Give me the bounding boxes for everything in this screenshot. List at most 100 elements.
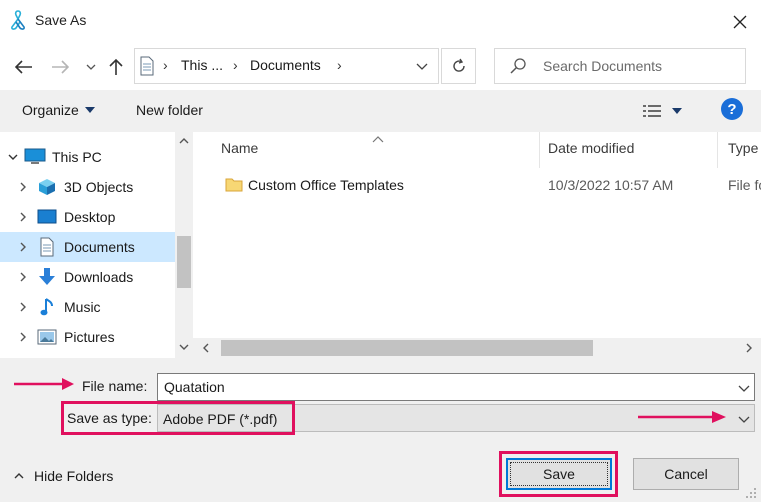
tree-item-desktop[interactable]: Desktop [0, 202, 175, 232]
chevron-right-icon[interactable] [16, 242, 30, 252]
chevron-left-icon[interactable] [203, 343, 209, 353]
download-arrow-icon [36, 267, 58, 287]
caret-down-icon [84, 107, 95, 113]
help-icon: ? [727, 100, 737, 118]
chevron-down-icon [738, 416, 750, 423]
tree-item-label: Documents [64, 239, 135, 255]
save-as-type-dropdown-button[interactable] [734, 407, 754, 431]
chevron-right-icon[interactable] [16, 182, 30, 192]
annotation-arrow-icon [14, 378, 74, 390]
chevron-up-icon[interactable] [179, 138, 189, 144]
organize-button[interactable]: Organize [22, 102, 95, 118]
organize-label: Organize [22, 102, 79, 118]
desktop-icon [36, 207, 58, 227]
cancel-button[interactable]: Cancel [633, 458, 739, 490]
sort-ascending-icon [372, 132, 384, 146]
folder-icon [225, 178, 243, 192]
file-type-cell: File fo [728, 177, 761, 193]
pdf-app-icon [8, 9, 28, 31]
tree-item-label: Desktop [64, 209, 116, 225]
annotation-highlight-box [61, 401, 295, 435]
tree-item-documents[interactable]: Documents [0, 232, 175, 262]
details-view-icon [643, 105, 661, 117]
arrow-up-icon [109, 58, 123, 75]
nav-pane-scrollbar[interactable] [175, 132, 193, 358]
chevron-right-icon[interactable] [16, 212, 30, 222]
window-title: Save As [35, 12, 87, 28]
tree-item-pictures[interactable]: Pictures [0, 322, 175, 352]
hide-folders-button[interactable]: Hide Folders [14, 468, 113, 484]
horizontal-scroll-thumb[interactable] [221, 340, 593, 356]
save-options-panel: File name: Save as type: Adobe PDF (*.pd… [0, 358, 761, 502]
tree-item-label: This PC [52, 149, 102, 165]
file-name-combobox[interactable] [157, 373, 755, 401]
tree-item-label: 3D Objects [64, 179, 134, 195]
refresh-button[interactable] [441, 48, 476, 84]
chevron-right-icon[interactable] [16, 272, 30, 282]
chevron-right-icon[interactable] [16, 332, 30, 342]
file-name-label: File name: [82, 378, 148, 394]
column-header-name[interactable]: Name [221, 140, 258, 156]
chevron-down-icon [416, 63, 428, 70]
tree-item-downloads[interactable]: Downloads [0, 262, 175, 292]
back-button[interactable] [10, 54, 38, 80]
tree-item-this-pc[interactable]: This PC [0, 142, 175, 172]
breadcrumb-separator[interactable]: › [337, 57, 342, 73]
document-icon [36, 237, 58, 257]
close-button[interactable] [726, 8, 754, 36]
breadcrumb-separator: › [163, 57, 168, 73]
tree-item-label: Downloads [64, 269, 134, 285]
music-note-icon [36, 297, 58, 317]
chevron-up-icon [14, 473, 24, 479]
file-name-cell: Custom Office Templates [248, 177, 404, 193]
close-icon [733, 15, 747, 29]
forward-button[interactable] [46, 54, 74, 80]
address-dropdown-button[interactable] [407, 49, 437, 83]
chevron-down-icon [86, 64, 96, 70]
column-header-type[interactable]: Type [728, 140, 758, 156]
caret-down-icon [672, 108, 682, 114]
table-row[interactable]: Custom Office Templates 10/3/2022 10:57 … [193, 170, 761, 200]
up-button[interactable] [102, 54, 130, 80]
new-folder-button[interactable]: New folder [136, 102, 203, 118]
address-bar[interactable]: › This ... › Documents › [134, 48, 439, 84]
tree-item-music[interactable]: Music [0, 292, 175, 322]
navigation-pane[interactable]: This PC 3D Objects Desktop Documents Dow… [0, 132, 193, 358]
search-box[interactable] [494, 48, 746, 84]
help-button[interactable]: ? [721, 98, 743, 120]
computer-icon [24, 147, 46, 167]
recent-locations-button[interactable] [82, 54, 100, 80]
tree-item-3d-objects[interactable]: 3D Objects [0, 172, 175, 202]
search-icon [509, 57, 527, 75]
refresh-icon [452, 58, 465, 72]
file-list[interactable]: Name Date modified Type Custom Office Te… [193, 132, 761, 358]
change-view-button[interactable] [642, 100, 688, 122]
file-name-input[interactable] [164, 377, 724, 397]
tree-item-label: Music [64, 299, 101, 315]
title-bar: Save As [0, 0, 761, 44]
breadcrumb-separator[interactable]: › [233, 57, 238, 73]
search-input[interactable] [543, 55, 739, 77]
command-toolbar: Organize New folder ? [0, 90, 761, 132]
chevron-right-icon[interactable] [16, 302, 30, 312]
save-button[interactable]: Save [506, 458, 612, 490]
file-list-horizontal-scrollbar[interactable] [193, 338, 761, 358]
chevron-right-icon[interactable] [746, 343, 752, 353]
annotation-arrow-icon [638, 411, 726, 423]
nav-pane-scroll-thumb[interactable] [177, 236, 191, 288]
file-name-dropdown-button[interactable] [734, 376, 754, 400]
column-divider[interactable] [539, 132, 540, 168]
column-header-date-modified[interactable]: Date modified [548, 140, 634, 156]
breadcrumb-this-pc[interactable]: This ... [181, 57, 223, 73]
cube-icon [36, 177, 58, 197]
chevron-down-icon [738, 385, 750, 392]
file-date-cell: 10/3/2022 10:57 AM [548, 177, 674, 193]
chevron-down-icon[interactable] [6, 154, 20, 160]
chevron-down-icon[interactable] [179, 344, 189, 350]
tree-item-label: Pictures [64, 329, 115, 345]
resize-grip-icon[interactable] [742, 486, 758, 500]
hide-folders-label: Hide Folders [34, 468, 114, 484]
column-divider[interactable] [717, 132, 718, 168]
picture-icon [36, 327, 58, 347]
breadcrumb-documents[interactable]: Documents [250, 57, 321, 73]
